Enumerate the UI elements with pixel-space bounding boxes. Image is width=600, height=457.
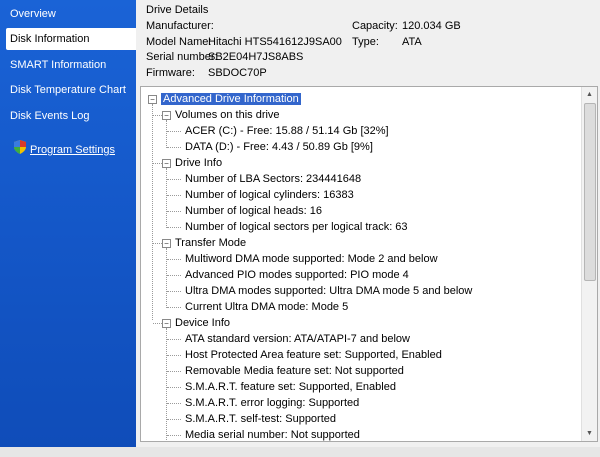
- sidebar: Overview Disk Information SMART Informat…: [0, 0, 136, 457]
- type-label: Type:: [352, 36, 379, 48]
- tree-item[interactable]: Host Protected Area feature set: Support…: [185, 347, 442, 363]
- minus-box-icon[interactable]: −: [162, 159, 171, 168]
- capacity-value: 120.034 GB: [402, 20, 461, 32]
- nav-disk-temperature-chart[interactable]: Disk Temperature Chart: [0, 79, 136, 101]
- serial-value: SB2E04H7JS8ABS: [208, 51, 304, 63]
- tree-line: [167, 355, 181, 356]
- minus-box-icon[interactable]: −: [148, 95, 157, 104]
- tree-item[interactable]: Current Ultra DMA mode: Mode 5: [185, 299, 348, 315]
- tree-item[interactable]: DATA (D:) - Free: 4.43 / 50.89 Gb [9%]: [185, 139, 373, 155]
- tree-root-label: Advanced Drive Information: [161, 93, 301, 105]
- arrow-down-icon[interactable]: ▼: [582, 426, 597, 441]
- tree-item[interactable]: Multiword DMA mode supported: Mode 2 and…: [185, 251, 438, 267]
- arrow-up-icon[interactable]: ▲: [582, 87, 597, 102]
- tree-group-transfer-mode[interactable]: Transfer Mode: [175, 235, 246, 251]
- vertical-scrollbar[interactable]: ▲ ▼: [581, 87, 597, 441]
- bottom-edge: [0, 447, 600, 457]
- tree-line: [167, 147, 181, 148]
- tree-line: [167, 195, 181, 196]
- manufacturer-label: Manufacturer:: [146, 20, 214, 32]
- tree-item[interactable]: S.M.A.R.T. self-test: Supported: [185, 411, 336, 427]
- tree-item[interactable]: S.M.A.R.T. error logging: Supported: [185, 395, 359, 411]
- tree-line: [167, 371, 181, 372]
- tree-line: [167, 179, 181, 180]
- tree-group-drive-info[interactable]: Drive Info: [175, 155, 222, 171]
- tree-line: [153, 243, 162, 244]
- tree-line: [167, 211, 181, 212]
- model-label: Model Name:: [146, 36, 212, 48]
- minus-box-icon[interactable]: −: [162, 239, 171, 248]
- tree-line: [166, 248, 167, 308]
- tree-group-volumes[interactable]: Volumes on this drive: [175, 107, 280, 123]
- main-panel: Drive Details Manufacturer: Model Name: …: [136, 0, 600, 457]
- tree-line: [167, 227, 181, 228]
- nav-overview[interactable]: Overview: [0, 3, 136, 25]
- tree-line: [167, 275, 181, 276]
- tree-line: [167, 339, 181, 340]
- scrollbar-thumb[interactable]: [584, 103, 596, 281]
- tree-line: [153, 163, 162, 164]
- nav-program-settings[interactable]: Program Settings: [14, 140, 115, 160]
- tree-line: [167, 131, 181, 132]
- type-value: ATA: [402, 36, 422, 48]
- tree-item[interactable]: Ultra DMA modes supported: Ultra DMA mod…: [185, 283, 472, 299]
- shield-icon: [14, 140, 26, 160]
- tree-line: [166, 120, 167, 148]
- tree-item[interactable]: Number of logical sectors per logical tr…: [185, 219, 408, 235]
- tree-line: [153, 323, 162, 324]
- tree-line: [167, 387, 181, 388]
- capacity-label: Capacity:: [352, 20, 398, 32]
- model-value: Hitachi HTS541612J9SA00: [208, 36, 342, 48]
- tree-line: [167, 259, 181, 260]
- nav-disk-events-log[interactable]: Disk Events Log: [0, 105, 136, 127]
- advanced-info-tree[interactable]: − Advanced Drive Information − Volumes o…: [140, 86, 598, 442]
- tree-group-device-info[interactable]: Device Info: [175, 315, 230, 331]
- tree-line: [167, 291, 181, 292]
- tree-line: [167, 419, 181, 420]
- tree-item[interactable]: Number of LBA Sectors: 234441648: [185, 171, 361, 187]
- tree-line: [167, 435, 181, 436]
- firmware-value: SBDOC70P: [208, 67, 267, 79]
- minus-box-icon[interactable]: −: [162, 111, 171, 120]
- section-title: Drive Details: [146, 4, 209, 16]
- tree-item[interactable]: Removable Media feature set: Not support…: [185, 363, 404, 379]
- tree-item[interactable]: Number of logical cylinders: 16383: [185, 187, 354, 203]
- tree-root[interactable]: Advanced Drive Information: [161, 91, 301, 107]
- minus-box-icon[interactable]: −: [162, 319, 171, 328]
- nav-disk-information[interactable]: Disk Information: [6, 28, 136, 50]
- tree-item[interactable]: ATA standard version: ATA/ATAPI-7 and be…: [185, 331, 410, 347]
- serial-label: Serial number:: [146, 51, 218, 63]
- tree-item[interactable]: Media serial number: Not supported: [185, 427, 360, 441]
- tree-line: [166, 168, 167, 228]
- program-settings-label: Program Settings: [30, 144, 115, 156]
- firmware-label: Firmware:: [146, 67, 195, 79]
- drive-details: Drive Details Manufacturer: Model Name: …: [136, 0, 600, 84]
- tree-item[interactable]: S.M.A.R.T. feature set: Supported, Enabl…: [185, 379, 396, 395]
- tree-line: [153, 115, 162, 116]
- tree-line: [167, 403, 181, 404]
- tree-line: [152, 104, 153, 320]
- tree-item[interactable]: Number of logical heads: 16: [185, 203, 322, 219]
- tree-item[interactable]: ACER (C:) - Free: 15.88 / 51.14 Gb [32%]: [185, 123, 389, 139]
- tree-line: [166, 328, 167, 440]
- tree-line: [167, 307, 181, 308]
- nav-smart-information[interactable]: SMART Information: [0, 54, 136, 76]
- tree-item[interactable]: Advanced PIO modes supported: PIO mode 4: [185, 267, 409, 283]
